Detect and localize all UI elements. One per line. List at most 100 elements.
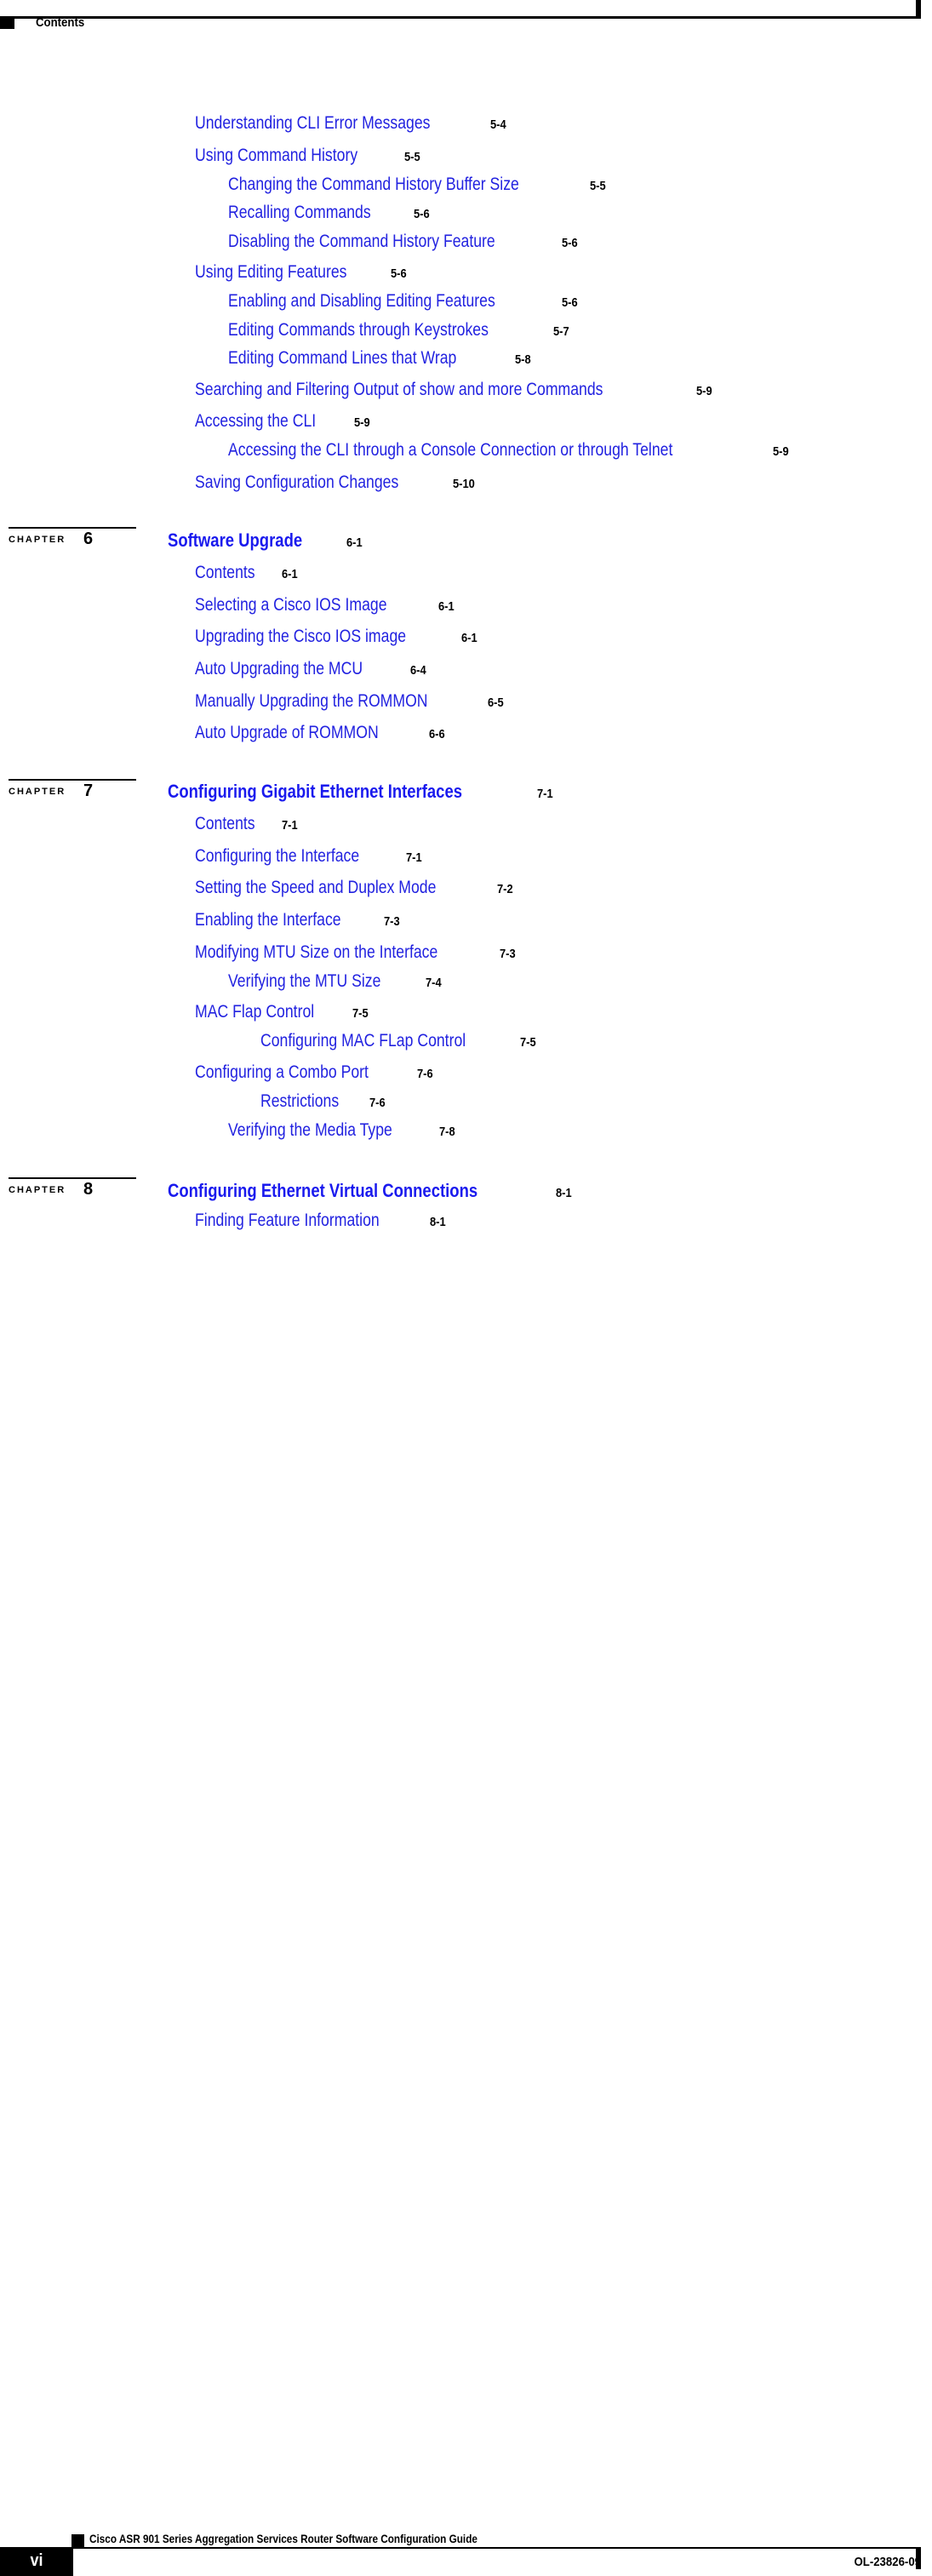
toc-entry-link[interactable]: Configuring MAC FLap Control xyxy=(260,1032,466,1050)
toc-entry: Disabling the Command History Feature 5-6 xyxy=(228,232,580,250)
toc-entry: Selecting a Cisco IOS Image 6-1 xyxy=(195,596,457,614)
toc-entry-page-number[interactable]: 7-3 xyxy=(500,947,516,960)
toc-entry-link[interactable]: Contents xyxy=(195,815,255,833)
toc-entry: Using Command History 5-5 xyxy=(195,146,422,164)
toc-entry: Contents 6-1 xyxy=(195,564,300,581)
toc-entry-link[interactable]: Configuring a Combo Port xyxy=(195,1063,369,1081)
toc-entry: Contents 7-1 xyxy=(195,815,300,833)
toc-entry-link[interactable]: Restrictions xyxy=(260,1092,339,1110)
footer-page-number: vi xyxy=(30,2551,43,2570)
toc-entry: Editing Command Lines that Wrap 5-8 xyxy=(228,349,534,367)
toc-entry-page-number[interactable]: 7-3 xyxy=(384,915,400,928)
toc-entry-link[interactable]: Manually Upgrading the ROMMON xyxy=(195,692,428,710)
chapter-marker-label: CHAPTER xyxy=(9,535,66,545)
toc-entry-page-number[interactable]: 5-9 xyxy=(696,385,712,398)
toc-entry-link[interactable]: Verifying the MTU Size xyxy=(228,972,380,990)
toc-entry-page-number[interactable]: 5-4 xyxy=(490,118,506,131)
toc-entry: Saving Configuration Changes 5-10 xyxy=(195,473,478,491)
toc-entry-page-number[interactable]: 7-6 xyxy=(369,1096,386,1109)
toc-entry-link[interactable]: MAC Flap Control xyxy=(195,1003,314,1021)
toc-entry-page-number[interactable]: 7-4 xyxy=(426,976,442,989)
toc-entry: Modifying MTU Size on the Interface 7-3 xyxy=(195,943,517,961)
header-corner-tab-marker-icon xyxy=(916,0,921,18)
toc-entry-page-number[interactable]: 5-5 xyxy=(404,151,420,163)
toc-entry-page-number[interactable]: 8-1 xyxy=(556,1187,572,1199)
toc-chapter-link[interactable]: Configuring Gigabit Ethernet Interfaces xyxy=(168,782,462,801)
toc-entry-link[interactable]: Selecting a Cisco IOS Image xyxy=(195,596,387,614)
toc-entry-page-number[interactable]: 5-10 xyxy=(453,478,475,490)
toc-entry-page-number[interactable]: 7-2 xyxy=(497,883,513,896)
toc-entry-page-number[interactable]: 6-5 xyxy=(488,696,504,709)
toc-entry-page-number[interactable]: 6-4 xyxy=(410,664,426,677)
toc-entry: Configuring the Interface 7-1 xyxy=(195,847,425,865)
toc-entry-page-number[interactable]: 7-1 xyxy=(537,787,553,800)
toc-entry-link[interactable]: Configuring the Interface xyxy=(195,847,359,865)
toc-entry: Configuring a Combo Port 7-6 xyxy=(195,1063,435,1081)
toc-entry-page-number[interactable]: 5-9 xyxy=(773,445,789,458)
toc-entry-link[interactable]: Understanding CLI Error Messages xyxy=(195,114,430,132)
toc-entry-page-number[interactable]: 7-8 xyxy=(439,1125,455,1138)
toc-entry-page-number[interactable]: 5-9 xyxy=(354,416,370,429)
toc-entry-link[interactable]: Contents xyxy=(195,564,255,581)
chapter-marker-label: CHAPTER xyxy=(9,1185,66,1195)
toc-entry-link[interactable]: Enabling the Interface xyxy=(195,911,341,929)
toc-entry-link[interactable]: Recalling Commands xyxy=(228,203,371,221)
toc-entry-link[interactable]: Searching and Filtering Output of show a… xyxy=(195,381,603,398)
toc-entry-link[interactable]: Auto Upgrading the MCU xyxy=(195,660,363,678)
toc-entry-page-number[interactable]: 8-1 xyxy=(430,1216,446,1228)
toc-entry-link[interactable]: Accessing the CLI through a Console Conn… xyxy=(228,441,672,459)
toc-entry-link[interactable]: Editing Command Lines that Wrap xyxy=(228,349,456,367)
footer-guide-title: Cisco ASR 901 Series Aggregation Service… xyxy=(89,2532,477,2545)
chapter-marker-number: 6 xyxy=(83,530,94,548)
chapter-marker-label: CHAPTER xyxy=(9,787,66,797)
toc-entry-page-number[interactable]: 7-5 xyxy=(352,1007,369,1020)
page-footer: Cisco ASR 901 Series Aggregation Service… xyxy=(0,1260,932,2576)
toc-entry-link[interactable]: Disabling the Command History Feature xyxy=(228,232,495,250)
toc-entry-page-number[interactable]: 6-1 xyxy=(282,568,298,581)
toc-entry-link[interactable]: Using Command History xyxy=(195,146,357,164)
toc-entry-page-number[interactable]: 6-1 xyxy=(461,632,477,644)
toc-entry-page-number[interactable]: 5-6 xyxy=(391,267,407,280)
toc-entry: Searching and Filtering Output of show a… xyxy=(195,381,714,398)
toc-entry-link[interactable]: Setting the Speed and Duplex Mode xyxy=(195,879,436,896)
chapter-marker-rule xyxy=(9,1177,136,1179)
toc-entry-link[interactable]: Using Editing Features xyxy=(195,263,346,281)
toc-chapter-link[interactable]: Software Upgrade xyxy=(168,531,302,550)
toc-entry-link[interactable]: Saving Configuration Changes xyxy=(195,473,398,491)
toc-entry: Changing the Command History Buffer Size… xyxy=(228,175,609,193)
toc-entry-link[interactable]: Verifying the Media Type xyxy=(228,1121,392,1139)
toc-entry: Recalling Commands 5-6 xyxy=(228,203,432,221)
toc-entry-link[interactable]: Upgrading the Cisco IOS image xyxy=(195,627,406,645)
toc-entry: Understanding CLI Error Messages 5-4 xyxy=(195,114,509,132)
toc-entry-link[interactable]: Auto Upgrade of ROMMON xyxy=(195,724,379,741)
toc-entry: Manually Upgrading the ROMMON 6-5 xyxy=(195,692,506,710)
toc-chapter-link[interactable]: Configuring Ethernet Virtual Connections xyxy=(168,1182,477,1200)
chapter-marker-rule xyxy=(9,779,136,781)
toc-entry: Restrictions 7-6 xyxy=(260,1092,387,1110)
toc-entry: Using Editing Features 5-6 xyxy=(195,263,409,281)
toc-entry-page-number[interactable]: 5-8 xyxy=(515,353,531,366)
toc-entry-page-number[interactable]: 6-1 xyxy=(438,600,455,613)
toc-entry: MAC Flap Control 7-5 xyxy=(195,1003,371,1021)
toc-entry-page-number[interactable]: 7-5 xyxy=(520,1036,536,1049)
toc-entry-link[interactable]: Finding Feature Information xyxy=(195,1211,380,1229)
toc-entry-link[interactable]: Enabling and Disabling Editing Features xyxy=(228,292,495,310)
toc-entry-link[interactable]: Editing Commands through Keystrokes xyxy=(228,321,489,339)
toc-chapter-entry: Software Upgrade 6-1 xyxy=(168,531,365,550)
toc-entry-page-number[interactable]: 6-6 xyxy=(429,728,445,741)
toc-entry-page-number[interactable]: 7-6 xyxy=(417,1068,433,1080)
toc-entry-link[interactable]: Changing the Command History Buffer Size xyxy=(228,175,519,193)
toc-entry-page-number[interactable]: 7-1 xyxy=(406,851,422,864)
toc-entry: Setting the Speed and Duplex Mode 7-2 xyxy=(195,879,516,896)
toc-entry-page-number[interactable]: 5-7 xyxy=(553,325,569,338)
toc-entry-page-number[interactable]: 5-6 xyxy=(414,208,430,220)
chapter-marker-number: 8 xyxy=(83,1180,94,1199)
toc-entry-page-number[interactable]: 6-1 xyxy=(346,536,363,549)
toc-entry-page-number[interactable]: 5-5 xyxy=(590,180,606,192)
toc-entry-page-number[interactable]: 5-6 xyxy=(562,296,578,309)
toc-entry: Accessing the CLI through a Console Conn… xyxy=(228,441,792,459)
toc-entry-link[interactable]: Accessing the CLI xyxy=(195,412,316,430)
toc-entry-link[interactable]: Modifying MTU Size on the Interface xyxy=(195,943,437,961)
toc-entry-page-number[interactable]: 7-1 xyxy=(282,819,298,832)
toc-entry-page-number[interactable]: 5-6 xyxy=(562,237,578,249)
